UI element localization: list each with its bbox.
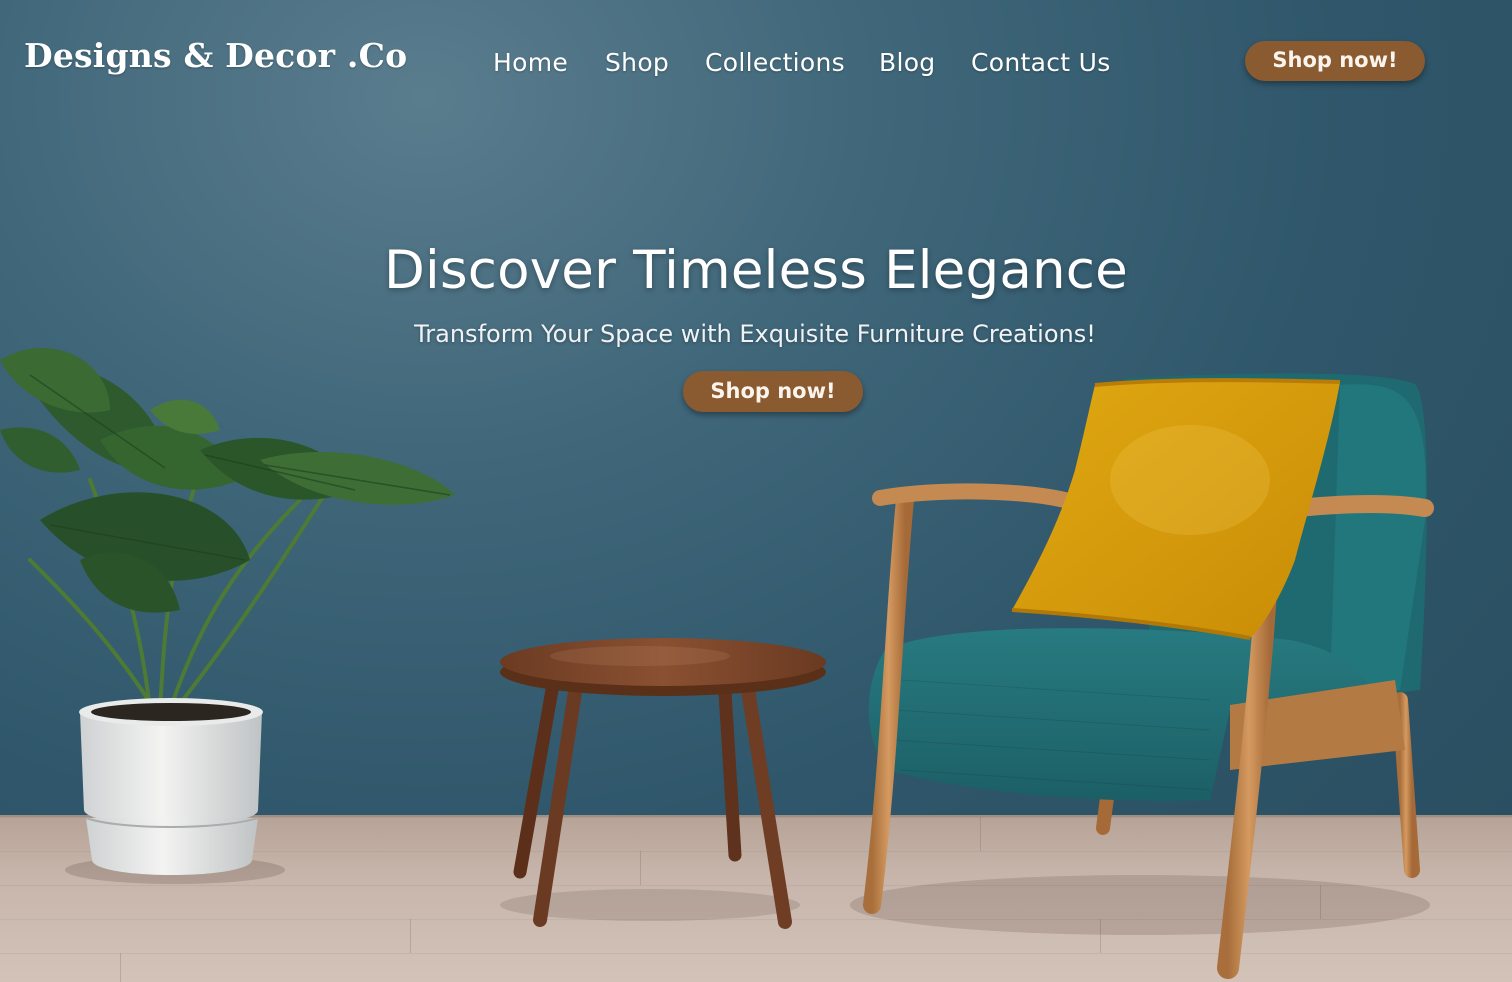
hero-subtitle: Transform Your Space with Exquisite Furn…	[414, 320, 1096, 348]
header-shop-now-button[interactable]: Shop now!	[1245, 41, 1425, 81]
room-scene-illustration	[0, 348, 1434, 979]
nav-link-contact-us[interactable]: Contact Us	[971, 48, 1111, 82]
nav-link-home[interactable]: Home	[493, 48, 568, 82]
nav-link-blog[interactable]: Blog	[879, 48, 935, 82]
monstera-plant	[0, 348, 455, 712]
nav-link-shop[interactable]: Shop	[605, 48, 669, 82]
hero-title: Discover Timeless Elegance	[384, 240, 1128, 301]
site-logo[interactable]: Designs & Decor .Co	[24, 36, 407, 75]
round-side-table	[500, 638, 826, 929]
white-planter	[79, 698, 263, 875]
hero-shop-now-button[interactable]: Shop now!	[683, 371, 863, 412]
nav-link-collections[interactable]: Collections	[705, 48, 845, 82]
hero-section: Designs & Decor .Co Home Shop Collection…	[0, 0, 1512, 982]
